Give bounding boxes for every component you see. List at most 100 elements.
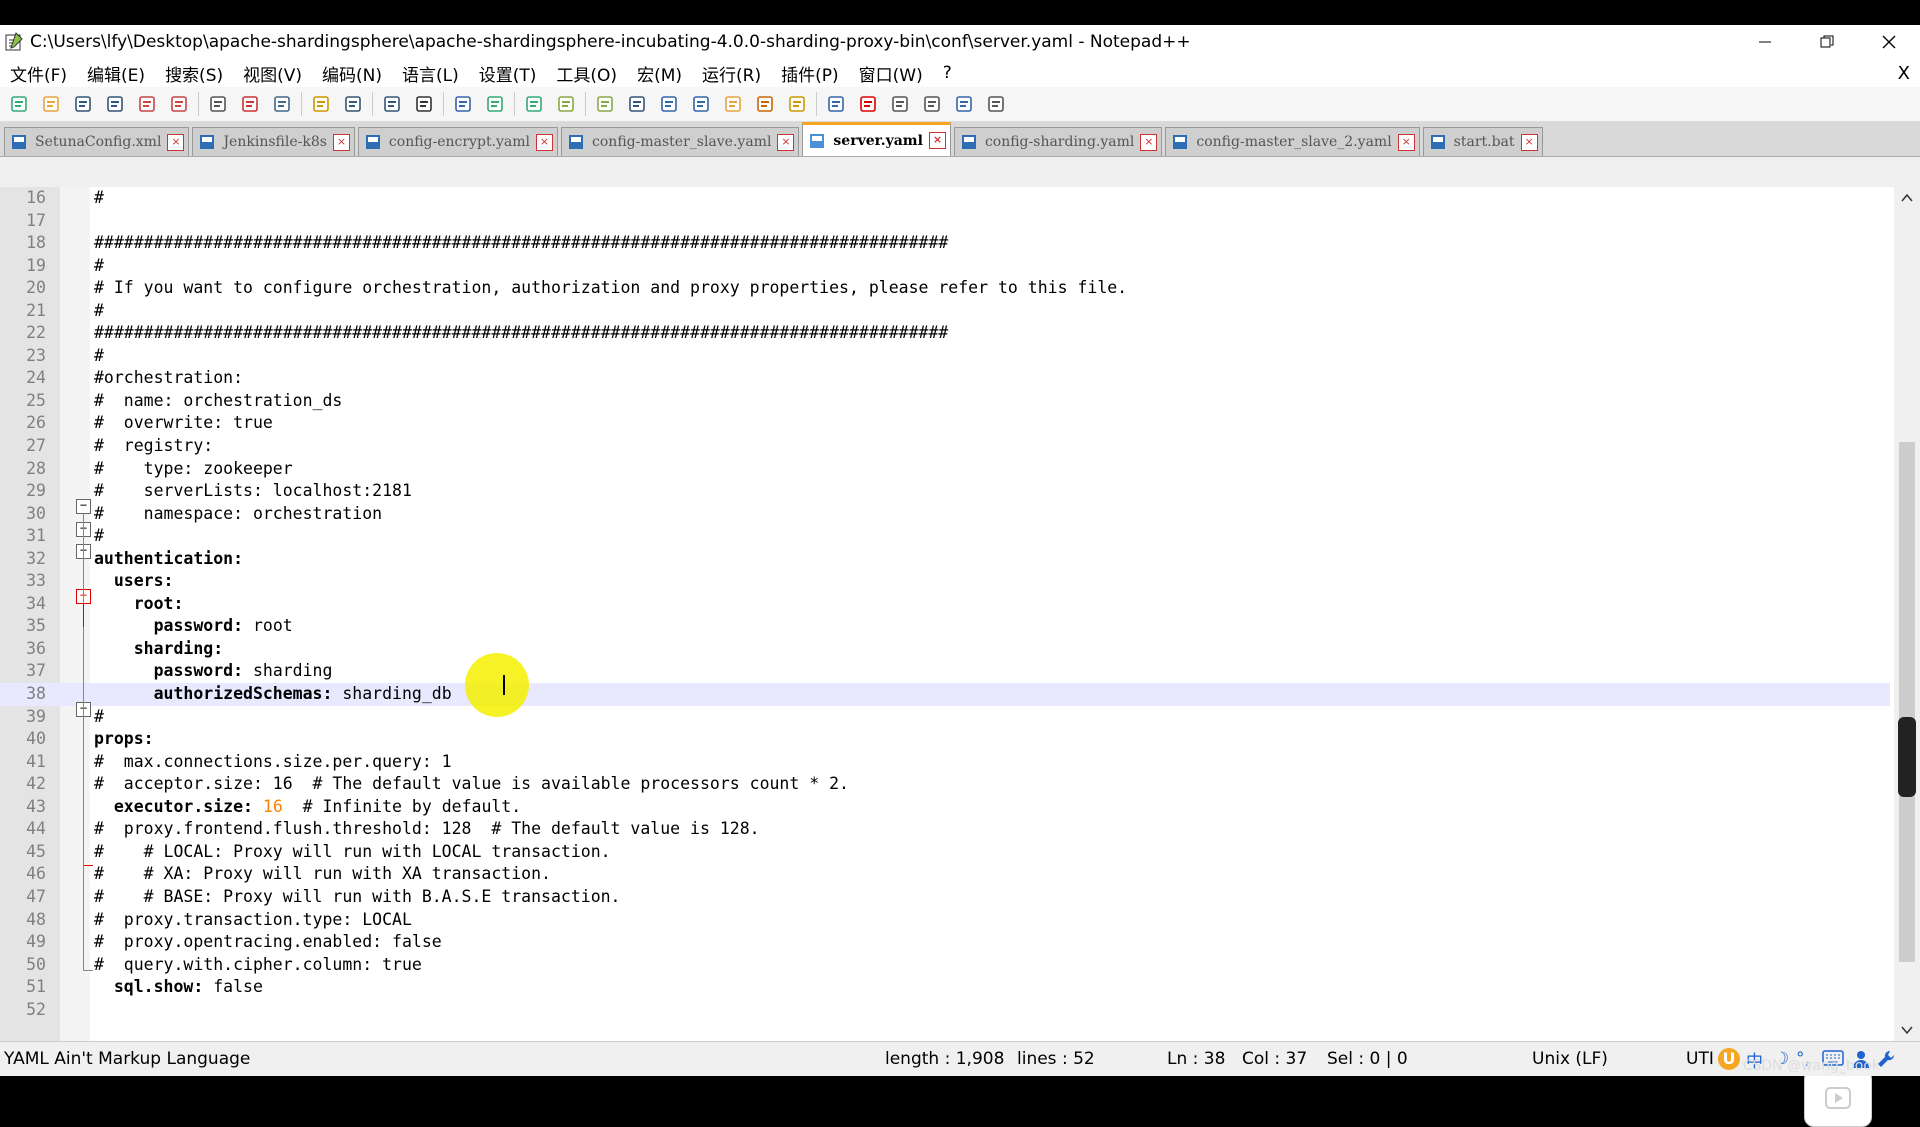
ime-logo-icon[interactable]: U [1718, 1048, 1740, 1070]
save-all-icon [107, 96, 123, 112]
minimize-button[interactable] [1734, 25, 1796, 59]
redo-button[interactable] [379, 91, 405, 117]
paste-button[interactable] [308, 91, 334, 117]
video-play-overlay-button[interactable] [1804, 1069, 1872, 1127]
scrollbar-thumb[interactable] [1899, 442, 1915, 962]
copy-button[interactable] [269, 91, 295, 117]
menu-plugins[interactable]: 插件(P) [771, 61, 849, 86]
play-macro-button[interactable] [919, 91, 945, 117]
line-text: # [94, 300, 104, 320]
line-number: 27 [26, 436, 46, 456]
close-window-button[interactable] [1858, 25, 1920, 59]
scroll-up-icon[interactable] [1901, 193, 1913, 203]
tab-config-sharding-yaml[interactable]: config-sharding.yaml × [953, 127, 1163, 156]
window-title: C:\Users\lfy\Desktop\apache-shardingsphe… [30, 32, 1191, 52]
folder-workspace-button[interactable] [784, 91, 810, 117]
tab-close-icon[interactable]: × [167, 133, 185, 151]
tab-close-icon[interactable]: × [536, 133, 554, 151]
run-macro-multiple-button[interactable] [951, 91, 977, 117]
line-text: ########################################… [94, 233, 949, 253]
word-wrap-icon [629, 96, 645, 112]
tab-close-icon[interactable]: × [1140, 133, 1158, 151]
menu-macro[interactable]: 宏(M) [627, 61, 692, 86]
menu-encoding[interactable]: 编码(N) [312, 61, 392, 86]
menu-settings[interactable]: 设置(T) [469, 61, 547, 86]
find-button[interactable] [411, 91, 437, 117]
code-line: 27 # registry: [0, 435, 1890, 458]
menu-run[interactable]: 运行(R) [692, 61, 771, 86]
code-line: 18 ######################################… [0, 232, 1890, 255]
line-number: 23 [26, 345, 46, 365]
indent-guide-button[interactable] [688, 91, 714, 117]
line-text: # # BASE: Proxy will run with B.A.S.E tr… [94, 886, 621, 906]
save-icon [75, 96, 91, 112]
code-line: 26 # overwrite: true [0, 412, 1890, 435]
sync-v-button[interactable] [553, 91, 579, 117]
code-line: 52 [0, 999, 1890, 1022]
tab-config-master-slave-2-yaml[interactable]: config-master_slave_2.yaml × [1165, 127, 1420, 156]
function-list-button[interactable] [752, 91, 778, 117]
close-document-button[interactable]: X [1898, 63, 1910, 84]
code-line: 39 # [0, 706, 1890, 729]
close-all-button[interactable] [166, 91, 192, 117]
tab-start-bat[interactable]: start.bat × [1422, 127, 1543, 156]
menu-file[interactable]: 文件(F) [0, 61, 77, 86]
tab-close-icon[interactable]: × [1397, 133, 1415, 151]
file-saved-icon [200, 135, 215, 149]
toolbar-separator [585, 92, 586, 116]
tab-close-icon[interactable]: × [928, 132, 946, 149]
zoom-in-button[interactable] [482, 91, 508, 117]
code-editor[interactable]: 16 #17 18 #################################… [0, 187, 1920, 1127]
record-macro-button[interactable] [855, 91, 881, 117]
vertical-scrollbar[interactable] [1894, 187, 1920, 1041]
fold-toggle-authentication[interactable]: − [76, 499, 91, 514]
tab-server-yaml[interactable]: server.yaml × [802, 122, 951, 156]
document-tab-bar: SetunaConfig.xml × Jenkinsfile-k8s × config-… [0, 122, 1920, 157]
doc-map-button[interactable] [720, 91, 746, 117]
tab-config-master-slave-yaml[interactable]: config-master_slave.yaml × [561, 127, 800, 156]
file-saved-icon [810, 133, 825, 148]
sync-h-button[interactable] [592, 91, 618, 117]
line-number: 52 [26, 999, 46, 1019]
tab-close-icon[interactable]: × [777, 133, 795, 151]
restore-button[interactable] [1796, 25, 1858, 59]
tab-config-encrypt-yaml[interactable]: config-encrypt.yaml × [357, 127, 559, 156]
zoom-out-button[interactable] [521, 91, 547, 117]
menu-view[interactable]: 视图(V) [233, 61, 312, 86]
open-file-button[interactable] [38, 91, 64, 117]
tab-close-icon[interactable]: × [1520, 133, 1538, 151]
menu-search[interactable]: 搜索(S) [155, 61, 233, 86]
tab-jenkinsfile-k8s[interactable]: Jenkinsfile-k8s × [192, 127, 355, 156]
save-button[interactable] [70, 91, 96, 117]
play-macro-icon [924, 96, 940, 112]
cut-button[interactable] [237, 91, 263, 117]
close-button[interactable] [134, 91, 160, 117]
save-all-button[interactable] [102, 91, 128, 117]
undo-button[interactable] [340, 91, 366, 117]
line-text: sharding: [94, 638, 224, 658]
tab-close-icon[interactable]: × [332, 133, 350, 151]
line-text: # proxy.frontend.flush.threshold: 128 # … [94, 819, 760, 839]
stop-macro-button[interactable] [887, 91, 913, 117]
menu-language[interactable]: 语言(L) [392, 61, 469, 86]
save-macro-button[interactable] [983, 91, 1009, 117]
menu-help[interactable]: ? [933, 63, 962, 83]
code-line: 20 # If you want to configure orchestrati… [0, 277, 1890, 300]
monitor-icon [828, 96, 844, 112]
menu-edit[interactable]: 编辑(E) [77, 61, 155, 86]
print-button[interactable] [205, 91, 231, 117]
monitor-button[interactable] [823, 91, 849, 117]
tab-setunaconfig-xml[interactable]: SetunaConfig.xml × [4, 127, 190, 156]
code-lines: 16 #17 18 #################################… [0, 187, 1890, 1021]
scroll-down-icon[interactable] [1901, 1025, 1913, 1035]
menu-tools[interactable]: 工具(O) [546, 61, 627, 86]
code-line: 32 authentication: [0, 548, 1890, 571]
menu-window[interactable]: 窗口(W) [849, 61, 933, 86]
replace-button[interactable] [450, 91, 476, 117]
tab-label: config-sharding.yaml [984, 134, 1135, 150]
new-file-button[interactable] [6, 91, 32, 117]
line-text: # query.with.cipher.column: true [94, 954, 422, 974]
show-all-chars-button[interactable] [656, 91, 682, 117]
line-number: 41 [26, 751, 46, 771]
word-wrap-button[interactable] [624, 91, 650, 117]
